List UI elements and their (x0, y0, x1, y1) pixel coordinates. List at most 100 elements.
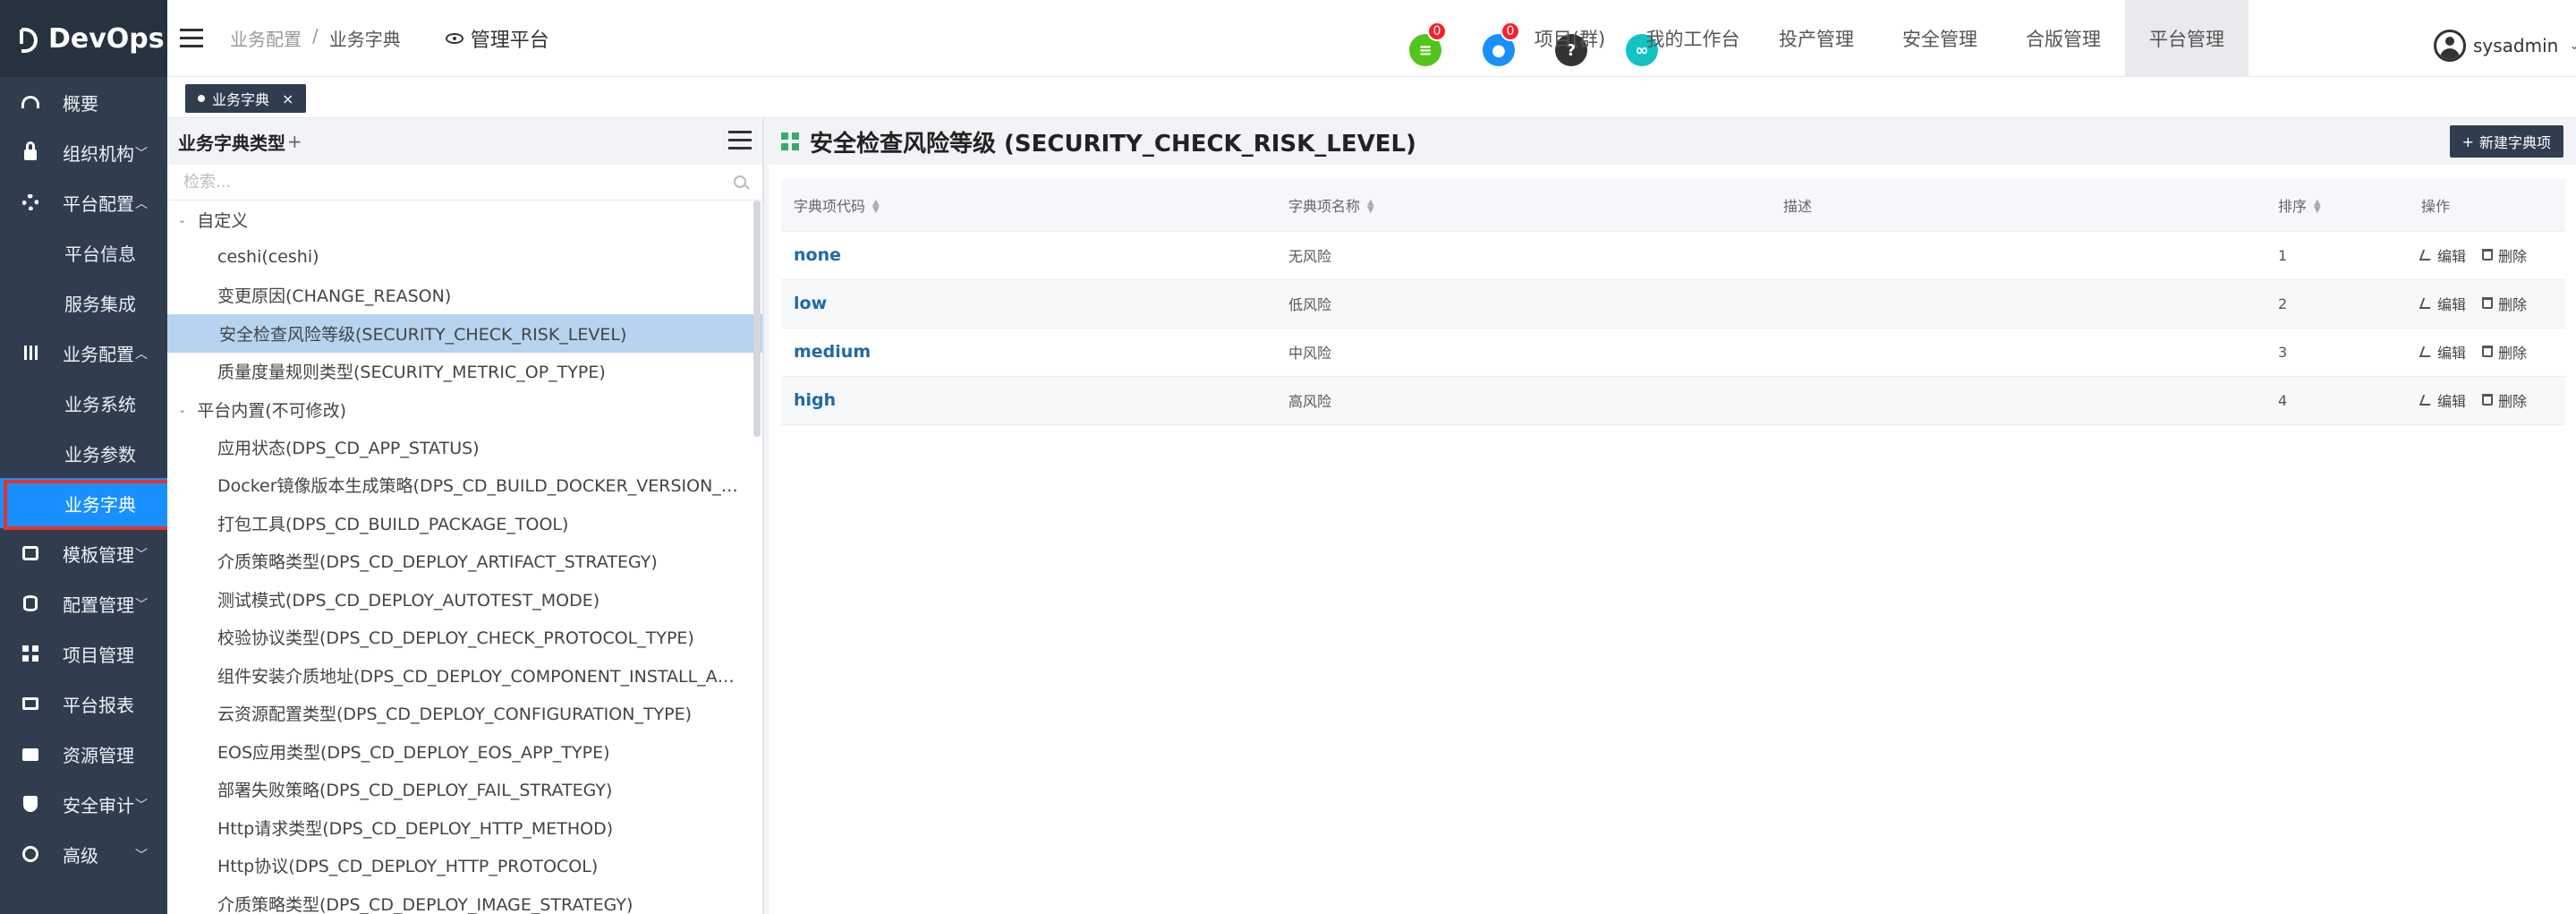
top-nav-item[interactable]: 安全管理 (1878, 0, 2002, 77)
sidebar-subitem[interactable]: 服务集成 (0, 278, 167, 328)
todo-icon[interactable]: ≡ 0 (1409, 21, 1447, 66)
table-row: none 无风险 1 编辑 删除 (781, 231, 2565, 280)
tree-item[interactable]: Http请求类型(DPS_CD_DEPLOY_HTTP_METHOD) (167, 808, 762, 847)
tree-item[interactable]: 校验协议类型(DPS_CD_DEPLOY_CHECK_PROTOCOL_TYPE… (167, 619, 762, 657)
tree-item[interactable]: 打包工具(DPS_CD_BUILD_PACKAGE_TOOL) (167, 504, 762, 542)
dictionary-items-panel: 安全检查风险等级 (SECURITY_CHECK_RISK_LEVEL) + 新… (769, 118, 2576, 914)
sidebar-item[interactable]: 配置管理 ﹀ (0, 578, 167, 628)
platform-switch[interactable]: 管理平台 (445, 24, 549, 53)
column-label: 描述 (1783, 197, 1813, 215)
sidebar-item[interactable]: 平台报表 (0, 679, 167, 729)
tree-item[interactable]: Http协议(DPS_CD_DEPLOY_HTTP_PROTOCOL) (167, 847, 762, 885)
lock-icon-shape (24, 141, 37, 160)
sort-icon[interactable]: ▲ ▼ (2314, 199, 2321, 215)
tree-list: ⌄ 自定义 ceshi(ceshi) 变更原因(CHANGE_REASON) 安全检查风… (167, 201, 762, 914)
sidebar-item[interactable]: 平台配置 ︿ (0, 177, 167, 227)
tree-item[interactable]: Docker镜像版本生成策略(DPS_CD_BUILD_DOCKER_VERSI… (167, 466, 762, 505)
app-root: DevOps 概要 组织机构 ﹀ 平台配置 ︿ 平台信息 服务集成 业务配置 ︿ 业务系统 业务参数… (0, 0, 2576, 914)
collapse-caret-icon[interactable]: ⌄ (178, 214, 186, 226)
breadcrumb-parent[interactable]: 业务配置 (230, 25, 302, 51)
sidebar-subitem[interactable]: 业务系统 (0, 378, 167, 428)
column-header-code[interactable]: 字典项代码 ▲ ▼ (781, 179, 1276, 232)
tree-group[interactable]: ⌄ 自定义 (167, 201, 762, 238)
cell-code[interactable]: low (781, 279, 1276, 329)
sort-icon[interactable]: ▲ ▼ (1367, 199, 1374, 215)
top-nav-item[interactable]: 投产管理 (1755, 0, 1878, 77)
tree-item[interactable]: 变更原因(CHANGE_REASON) (167, 277, 762, 315)
table-row: low 低风险 2 编辑 删除 (781, 279, 2565, 329)
tree-item[interactable]: 介质策略类型(DPS_CD_DEPLOY_IMAGE_STRATEGY) (167, 884, 762, 914)
sidebar-item[interactable]: 模板管理 ﹀ (0, 528, 167, 578)
cell-actions: 编辑 删除 (2409, 231, 2565, 280)
tree-item[interactable]: 质量度量规则类型(SECURITY_METRIC_OP_TYPE) (167, 353, 762, 391)
plus-icon: + (2461, 132, 2474, 150)
close-icon[interactable]: × (282, 90, 293, 107)
dashboard-icon (21, 93, 39, 111)
chevron-down-icon: ﹀ (135, 548, 148, 562)
sidebar-subitem[interactable]: 平台信息 (0, 227, 167, 278)
sidebar-item-label: 组织机构 (63, 142, 134, 165)
top-nav-item[interactable]: 项目(群) (1509, 0, 1631, 77)
add-type-button[interactable]: + (287, 131, 302, 152)
sidebar-subitem[interactable]: 业务参数 (0, 428, 167, 478)
sidebar-item[interactable]: 组织机构 ﹀ (0, 127, 167, 177)
tree-item[interactable]: 组件安装介质地址(DPS_CD_DEPLOY_COMPONENT_INSTALL… (167, 656, 762, 695)
trash-icon (2482, 297, 2494, 310)
tree-item[interactable]: 应用状态(DPS_CD_APP_STATUS) (167, 428, 762, 466)
top-nav-item[interactable]: 合版管理 (2002, 0, 2125, 77)
column-header-actions: 操作 (2409, 179, 2565, 232)
table-body: none 无风险 1 编辑 删除 low 低风险 2 编辑 删除 medium 中风险 3 编辑 删除 hig… (781, 231, 2565, 425)
top-nav-item[interactable]: 平台管理 (2125, 0, 2249, 77)
sidebar-item[interactable]: 项目管理 (0, 628, 167, 679)
new-dictionary-item-button[interactable]: + 新建字典项 (2449, 125, 2563, 158)
cell-code[interactable]: none (781, 231, 1276, 280)
list-toggle-icon[interactable] (728, 131, 752, 150)
menu-toggle-icon[interactable] (180, 28, 205, 48)
cell-code[interactable]: medium (781, 328, 1276, 377)
delete-button[interactable]: 删除 (2482, 389, 2527, 411)
devops-logo-icon (20, 26, 39, 53)
sidebar-subitem[interactable]: 业务字典 (0, 478, 183, 530)
sidebar-item[interactable]: 概要 (0, 77, 167, 127)
search-input[interactable] (183, 173, 720, 192)
edit-button[interactable]: 编辑 (2419, 293, 2466, 314)
grid-icon (781, 132, 799, 150)
cell-name: 高风险 (1276, 376, 1771, 425)
edit-button[interactable]: 编辑 (2419, 244, 2466, 266)
top-nav-item[interactable]: 我的工作台 (1631, 0, 1755, 77)
tree-item[interactable]: 介质策略类型(DPS_CD_DEPLOY_ARTIFACT_STRATEGY) (167, 542, 762, 581)
sidebar-item-label: 业务参数 (64, 443, 136, 466)
search-icon[interactable] (734, 175, 746, 188)
sidebar-item[interactable]: 业务配置 ︿ (0, 328, 167, 378)
edit-button[interactable]: 编辑 (2419, 389, 2466, 411)
delete-button[interactable]: 删除 (2482, 293, 2527, 314)
tree-item[interactable]: 云资源配置类型(DPS_CD_DEPLOY_CONFIGURATION_TYPE… (167, 695, 762, 733)
sidebar-item-label: 服务集成 (64, 293, 136, 315)
collapse-caret-icon[interactable]: ⌄ (178, 404, 186, 415)
column-header-order[interactable]: 排序 ▲ ▼ (2266, 179, 2409, 232)
monitor-icon-shape (22, 697, 38, 710)
tree-item[interactable]: 部署失败策略(DPS_CD_DEPLOY_FAIL_STRATEGY) (167, 771, 762, 809)
column-header-name[interactable]: 字典项名称 ▲ ▼ (1276, 179, 1771, 232)
sidebar-menu: 概要 组织机构 ﹀ 平台配置 ︿ 平台信息 服务集成 业务配置 ︿ 业务系统 业务参数 业务字典 模板管… (0, 77, 183, 879)
tree-item[interactable]: 安全检查风险等级(SECURITY_CHECK_RISK_LEVEL) (167, 314, 762, 353)
tree-item[interactable]: 测试模式(DPS_CD_DEPLOY_AUTOTEST_MODE) (167, 580, 762, 619)
action-label: 删除 (2498, 295, 2528, 313)
sidebar-item[interactable]: 资源管理 (0, 729, 167, 779)
edit-button[interactable]: 编辑 (2419, 341, 2466, 363)
sort-icon[interactable]: ▲ ▼ (872, 199, 880, 215)
tab-business-dictionary[interactable]: 业务字典 × (185, 84, 307, 113)
sidebar-item[interactable]: 安全审计 ﹀ (0, 779, 167, 829)
tree-scrollbar[interactable] (753, 201, 761, 437)
folder-icon (21, 745, 39, 763)
delete-button[interactable]: 删除 (2482, 341, 2527, 363)
tree-item[interactable]: ceshi(ceshi) (167, 238, 762, 277)
cell-name: 无风险 (1276, 231, 1771, 280)
sidebar-item[interactable]: 高级 ﹀ (0, 829, 167, 879)
tree-item[interactable]: EOS应用类型(DPS_CD_DEPLOY_EOS_APP_TYPE) (167, 732, 762, 771)
user-menu[interactable]: sysadmin ⌄ (2434, 30, 2576, 62)
logo[interactable]: DevOps (0, 0, 167, 77)
tree-group[interactable]: ⌄ 平台内置(不可修改) (167, 390, 762, 428)
delete-button[interactable]: 删除 (2482, 244, 2527, 266)
cell-code[interactable]: high (781, 376, 1276, 425)
